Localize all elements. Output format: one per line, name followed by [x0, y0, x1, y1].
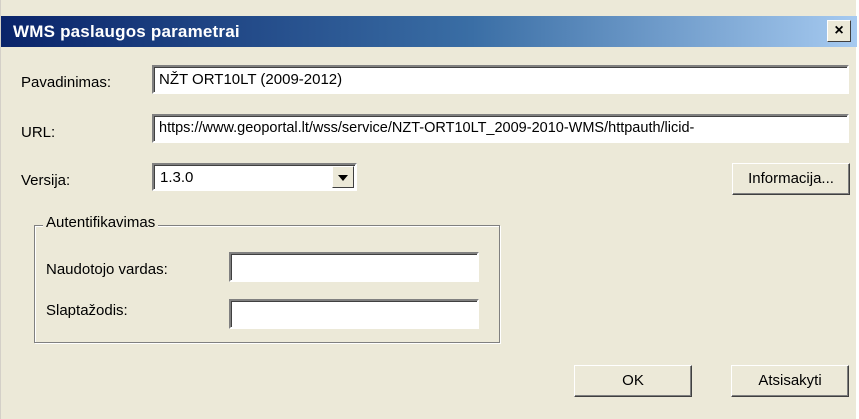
authentication-group-label: Autentifikavimas: [43, 214, 159, 231]
url-label: URL:: [21, 124, 56, 141]
password-label: Slaptažodis:: [46, 302, 128, 319]
cancel-button[interactable]: Atsisakyti: [731, 365, 849, 397]
username-input[interactable]: [229, 252, 479, 282]
version-select[interactable]: 1.3.0: [152, 163, 357, 191]
name-label: Pavadinimas:: [21, 74, 112, 91]
information-button[interactable]: Informacija...: [732, 163, 850, 195]
version-select-value: 1.3.0: [160, 169, 194, 186]
name-input[interactable]: NŽT ORT10LT (2009-2012): [152, 65, 849, 94]
ok-button[interactable]: OK: [574, 365, 692, 397]
username-label: Naudotojo vardas:: [46, 261, 168, 278]
close-icon: ×: [834, 22, 844, 39]
chevron-down-icon[interactable]: [332, 166, 354, 188]
close-button[interactable]: ×: [827, 20, 851, 42]
version-label: Versija:: [21, 172, 71, 189]
url-input[interactable]: https://www.geoportal.lt/wss/service/NZT…: [152, 114, 849, 143]
dialog-window: WMS paslaugos parametrai × Pavadinimas: …: [0, 0, 857, 419]
window-title: WMS paslaugos parametrai: [13, 22, 240, 41]
password-input[interactable]: [229, 299, 479, 329]
title-bar[interactable]: WMS paslaugos parametrai ×: [1, 16, 857, 47]
